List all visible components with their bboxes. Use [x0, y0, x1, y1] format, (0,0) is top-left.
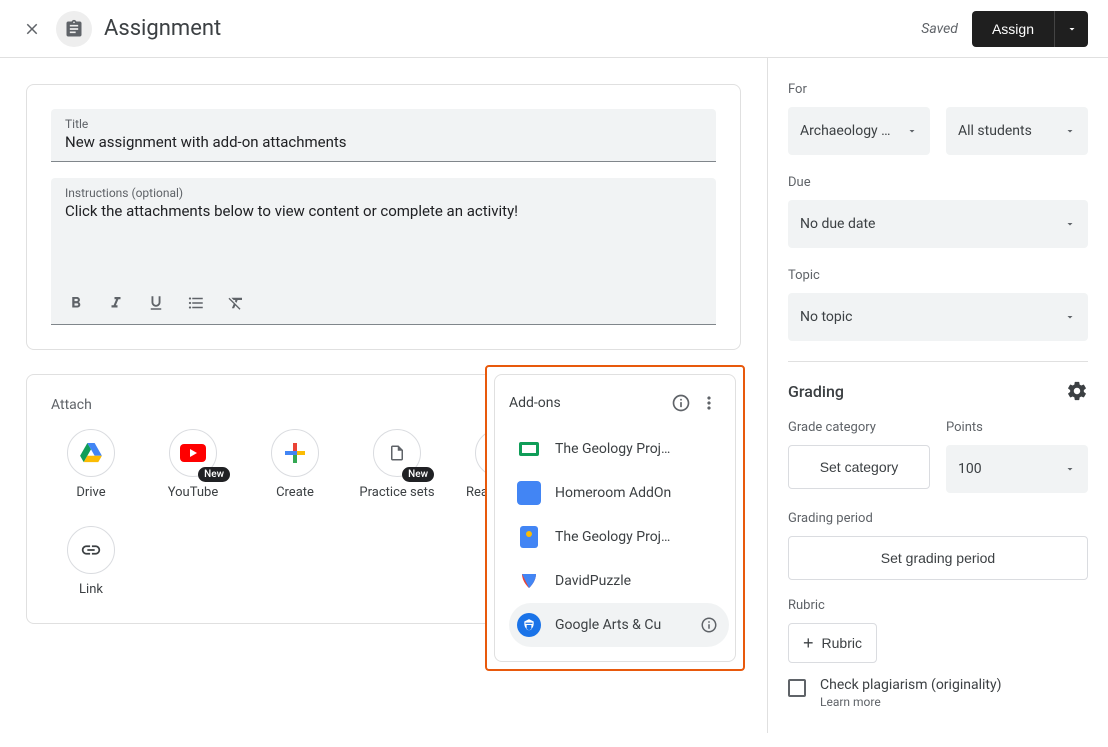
addon-label: Homeroom AddOn [555, 485, 721, 501]
grade-category-label: Grade category [788, 420, 930, 435]
youtube-icon [180, 444, 206, 462]
attach-create-label: Create [276, 485, 314, 502]
link-icon [80, 539, 102, 561]
title-field[interactable]: Title New assignment with add-on attachm… [51, 109, 716, 162]
rubric-label: Rubric [788, 598, 1088, 613]
chevron-down-icon [1064, 218, 1076, 230]
attach-drive-label: Drive [76, 485, 105, 502]
addons-list[interactable]: The Geology Proj… Homeroom AddOn The Geo… [509, 427, 729, 647]
header: Assignment Saved Assign [0, 0, 1108, 58]
addons-panel: Add-ons The Geology Proj… Homeroom AddOn [485, 365, 745, 671]
grading-period-label: Grading period [788, 511, 1088, 526]
points-value: 100 [958, 461, 1064, 477]
points-label: Points [946, 420, 1088, 435]
assign-dropdown[interactable] [1054, 11, 1088, 47]
italic-button[interactable] [105, 292, 127, 314]
attach-drive[interactable]: Drive [51, 429, 131, 502]
instructions-field[interactable]: Instructions (optional) Click the attach… [51, 178, 716, 325]
due-select[interactable]: No due date [788, 200, 1088, 248]
instructions-label: Instructions (optional) [65, 186, 702, 200]
title-label: Title [65, 117, 702, 131]
gear-icon[interactable] [1066, 380, 1088, 402]
chevron-down-icon [1064, 311, 1076, 323]
info-icon[interactable] [697, 613, 721, 637]
saved-status: Saved [921, 21, 958, 37]
class-value: Archaeology … [800, 123, 906, 139]
for-label: For [788, 82, 1088, 97]
page-title: Assignment [104, 16, 221, 41]
students-value: All students [958, 123, 1064, 139]
title-value[interactable]: New assignment with add-on attachments [65, 133, 702, 153]
info-icon[interactable] [667, 389, 695, 417]
new-badge: New [402, 467, 434, 482]
attach-practice-sets[interactable]: New Practice sets [357, 429, 437, 502]
addon-label: DavidPuzzle [555, 573, 721, 589]
practice-icon [388, 442, 406, 464]
class-select[interactable]: Archaeology … [788, 107, 930, 155]
attach-youtube[interactable]: New YouTube [153, 429, 233, 502]
close-icon[interactable] [20, 17, 44, 41]
drive-icon [80, 443, 102, 463]
due-label: Due [788, 175, 1088, 190]
addon-icon [517, 437, 541, 461]
plagiarism-label: Check plagiarism (originality) [820, 677, 1001, 693]
clear-format-button[interactable] [225, 292, 247, 314]
attach-link-label: Link [79, 582, 103, 599]
set-category-button[interactable]: Set category [788, 445, 930, 489]
topic-select[interactable]: No topic [788, 293, 1088, 341]
addon-item[interactable]: DavidPuzzle [509, 559, 729, 603]
rubric-button[interactable]: + Rubric [788, 623, 877, 663]
addon-item[interactable]: The Geology Proj… [509, 515, 729, 559]
points-select[interactable]: 100 [946, 445, 1088, 493]
content-card: Title New assignment with add-on attachm… [26, 84, 741, 350]
addons-heading: Add-ons [509, 395, 667, 411]
underline-button[interactable] [145, 292, 167, 314]
format-toolbar [51, 282, 716, 324]
addon-item[interactable]: Google Arts & Cu [509, 603, 729, 647]
chevron-down-icon [1064, 125, 1076, 137]
addon-label: The Geology Proj… [555, 529, 721, 545]
bold-button[interactable] [65, 292, 87, 314]
attach-card: Attach Drive New YouTube Create New Prac… [26, 374, 741, 624]
attach-practice-label: Practice sets [359, 485, 434, 502]
more-icon[interactable] [695, 389, 723, 417]
addon-label: Google Arts & Cu [555, 617, 697, 633]
addon-label: The Geology Proj… [555, 441, 721, 457]
instructions-value[interactable]: Click the attachments below to view cont… [65, 202, 702, 222]
plus-icon: + [803, 633, 814, 654]
addon-icon [517, 481, 541, 505]
attach-link[interactable]: Link [51, 526, 131, 599]
students-select[interactable]: All students [946, 107, 1088, 155]
topic-label: Topic [788, 268, 1088, 283]
new-badge: New [198, 467, 230, 482]
assignment-icon [56, 11, 92, 47]
addon-item[interactable]: Homeroom AddOn [509, 471, 729, 515]
sidebar: For Archaeology … All students Due No du… [768, 58, 1108, 733]
grading-heading: Grading [788, 380, 1088, 402]
addon-item[interactable]: The Geology Proj… [509, 427, 729, 471]
assign-button[interactable]: Assign [972, 11, 1054, 47]
chevron-down-icon [1064, 463, 1076, 475]
main-panel: Title New assignment with add-on attachm… [0, 58, 768, 733]
due-value: No due date [800, 216, 1064, 232]
chevron-down-icon [906, 125, 918, 137]
set-grading-period-button[interactable]: Set grading period [788, 536, 1088, 580]
plagiarism-checkbox[interactable] [788, 679, 806, 697]
addon-icon [517, 525, 541, 549]
addon-icon [517, 613, 541, 637]
create-icon [285, 443, 305, 463]
learn-more-link[interactable]: Learn more [820, 695, 1001, 709]
addon-icon [517, 569, 541, 593]
attach-create[interactable]: Create [255, 429, 335, 502]
list-button[interactable] [185, 292, 207, 314]
topic-value: No topic [800, 309, 1064, 325]
attach-youtube-label: YouTube [168, 485, 219, 502]
